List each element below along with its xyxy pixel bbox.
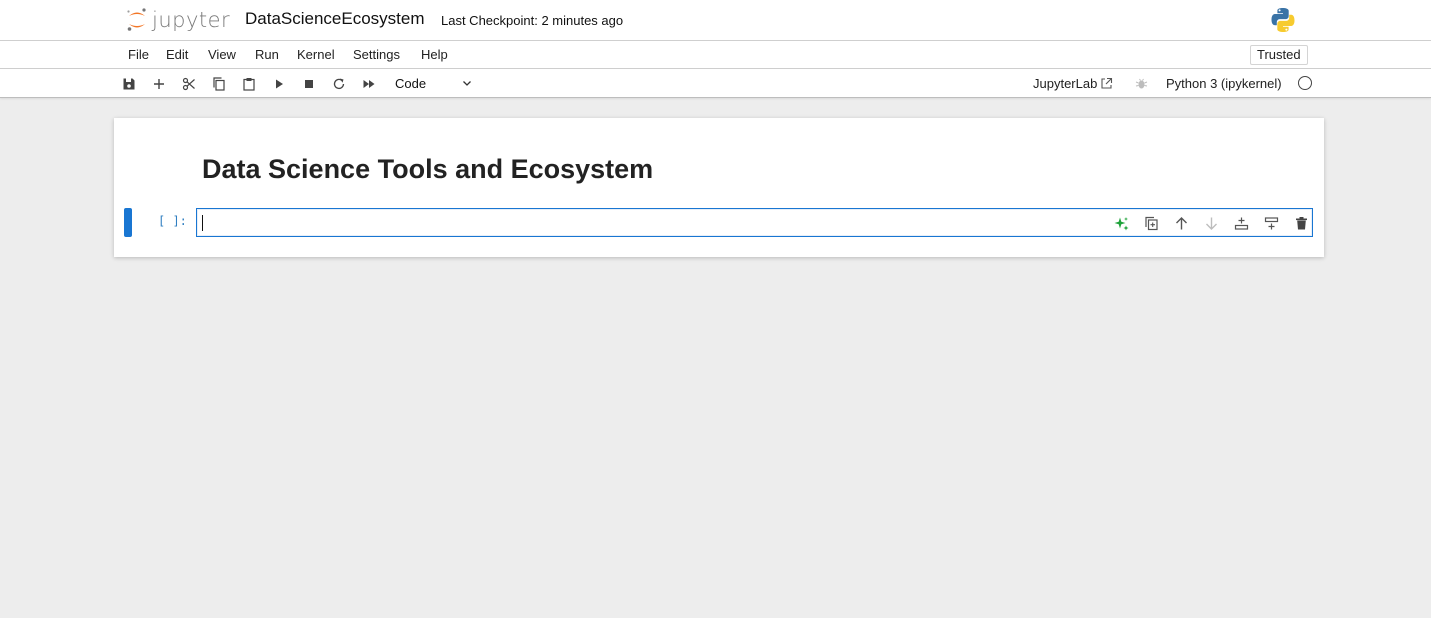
logo-text: jupyter [152,8,231,32]
kernel-status-icon [1298,76,1312,90]
jupyterlab-link-label: JupyterLab [1033,76,1098,91]
insert-below-icon [1234,217,1248,230]
jupyterlab-link[interactable]: JupyterLab [1033,76,1113,91]
active-cell-indicator [124,208,132,237]
move-up-button[interactable] [1172,214,1190,232]
cell-prompt: [ ]: [158,214,187,228]
checkpoint-status: Last Checkpoint: 2 minutes ago [441,13,624,28]
duplicate-icon [1144,216,1158,230]
move-down-button[interactable] [1202,214,1220,232]
menu-edit[interactable]: Edit [166,47,188,62]
run-all-button[interactable] [360,75,378,93]
menu-help[interactable]: Help [421,47,448,62]
notebook-panel: Data Science Tools and Ecosystem [ ]: [114,118,1324,257]
menu-file[interactable]: File [128,47,149,62]
move-down-icon [1205,217,1217,230]
menu-kernel[interactable]: Kernel [297,47,335,62]
cell-type-select[interactable]: Code [391,73,477,94]
run-icon [276,79,283,89]
insert-cell-below-button[interactable] [1232,214,1250,232]
code-cell-editor[interactable] [196,208,1313,237]
restart-icon [333,78,345,90]
jupyter-logo-icon [127,8,146,31]
copy-button[interactable] [210,75,228,93]
cell-type-value: Code [395,76,427,91]
save-button[interactable] [120,75,138,93]
add-cell-button[interactable] [150,75,168,93]
cut-button[interactable] [180,75,198,93]
stop-icon [305,80,313,88]
kernel-name[interactable]: Python 3 (ipykernel) [1166,76,1282,91]
move-up-icon [1175,216,1187,229]
paste-button[interactable] [240,75,258,93]
paste-icon [243,78,255,91]
notebook-toolbar: Code JupyterLab Python 3 (ipykernel) [0,69,1431,98]
menu-run[interactable]: Run [255,47,279,62]
insert-above-icon [1264,216,1278,229]
insert-cell-above-button[interactable] [1262,214,1280,232]
run-button[interactable] [270,75,288,93]
markdown-heading[interactable]: Data Science Tools and Ecosystem [202,154,653,185]
jupyter-logo[interactable]: jupyter [126,6,230,34]
copy-icon [213,77,225,91]
text-cursor [202,215,203,231]
chevron-down-icon [463,81,471,86]
ai-assist-button[interactable] [1112,214,1130,232]
menu-bar: File Edit View Run Kernel Settings Help … [0,41,1431,69]
menu-settings[interactable]: Settings [353,47,400,62]
bug-icon[interactable] [1135,77,1148,90]
external-link-icon [1101,77,1113,89]
run-all-icon [363,80,375,88]
delete-cell-button[interactable] [1292,214,1310,232]
menu-view[interactable]: View [208,47,236,62]
cut-icon [182,77,195,91]
ai-assist-icon [1114,216,1128,230]
python-logo-icon [1271,8,1295,32]
notebook-title[interactable]: DataScienceEcosystem [245,9,425,29]
top-header: jupyter DataScienceEcosystem Last Checkp… [0,0,1431,41]
duplicate-cell-button[interactable] [1142,214,1160,232]
stop-button[interactable] [300,75,318,93]
trusted-badge[interactable]: Trusted [1250,45,1308,65]
add-cell-icon [154,79,164,89]
save-icon [123,78,135,90]
restart-button[interactable] [330,75,348,93]
delete-icon [1295,216,1307,229]
